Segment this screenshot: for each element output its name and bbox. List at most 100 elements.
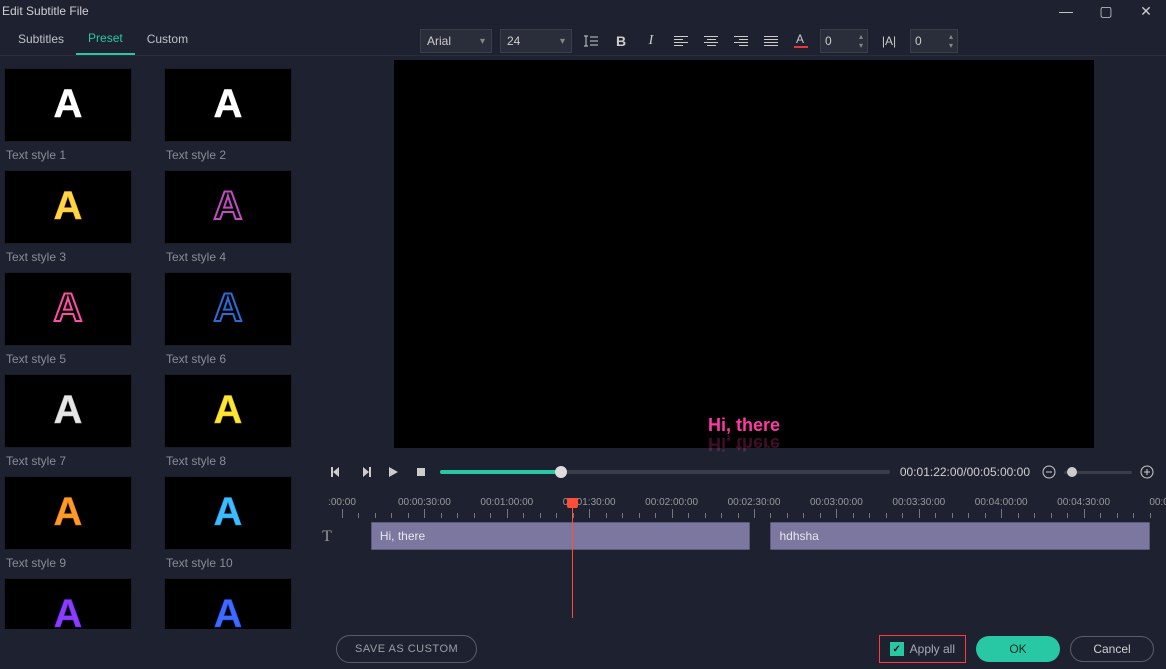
time-display: 00:01:22:00/00:05:00:00 (900, 465, 1030, 479)
svg-text:A: A (214, 490, 243, 534)
preset-thumbnail: A (4, 476, 132, 550)
preset-thumbnail: A (164, 68, 292, 142)
prev-frame-button[interactable] (328, 463, 346, 481)
line-height-button[interactable] (580, 30, 602, 52)
ruler-label: 00:03:00:00 (810, 498, 863, 508)
preset-thumbnail: A (4, 68, 132, 142)
text-track-icon: T (316, 526, 338, 548)
tab-subtitles[interactable]: Subtitles (6, 24, 76, 54)
tab-preset[interactable]: Preset (76, 23, 135, 55)
svg-text:A: A (54, 592, 83, 629)
preset-item[interactable]: A Text style 10 (164, 476, 310, 570)
total-time: 00:05:00:00 (967, 465, 1030, 479)
svg-text:A: A (54, 388, 83, 432)
ruler-label: 00:05:0 (1149, 498, 1166, 508)
text-color-button[interactable]: A (790, 30, 812, 52)
maximize-button[interactable]: ▢ (1086, 0, 1126, 22)
svg-text:A: A (54, 82, 83, 126)
font-size-select[interactable]: 24 ▾ (500, 29, 572, 53)
preset-item[interactable]: AText style 6 (164, 272, 310, 366)
align-justify-button[interactable] (760, 30, 782, 52)
font-select-value: Arial (427, 34, 451, 48)
window-title: Edit Subtitle File (2, 4, 89, 18)
subtitle-track: T Hi, therehdhsha (342, 522, 1166, 552)
chevron-down-icon: ▾ (560, 36, 565, 47)
preset-label: Text style 4 (164, 250, 310, 264)
next-frame-button[interactable] (356, 463, 374, 481)
preset-thumbnail: A (4, 170, 132, 244)
play-button[interactable] (384, 463, 402, 481)
align-center-button[interactable] (700, 30, 722, 52)
cancel-button[interactable]: Cancel (1070, 636, 1154, 662)
timeline[interactable]: :00:0000:00:30:0000:01:00:0000:01:30:000… (314, 498, 1166, 618)
preset-label: Text style 10 (164, 556, 310, 570)
preset-item[interactable]: A Text style 5 (4, 272, 150, 366)
ruler-label: 00:04:00:00 (975, 498, 1028, 508)
preset-item[interactable]: AText style 7 (4, 374, 150, 468)
preset-thumbnail: A (164, 170, 292, 244)
ok-button[interactable]: OK (976, 636, 1060, 662)
ruler-label: 00:03:30:00 (892, 498, 945, 508)
bold-button[interactable]: B (610, 30, 632, 52)
subtitle-clip[interactable]: Hi, there (371, 522, 750, 550)
letter-width-button[interactable]: |A| (876, 30, 902, 52)
playback-controls: 00:01:22:00/00:05:00:00 (314, 452, 1166, 492)
close-button[interactable]: ✕ (1126, 0, 1166, 22)
preset-item[interactable]: A Text style 1 (4, 68, 150, 162)
chevron-down-icon: ▾ (480, 36, 485, 47)
preset-item[interactable]: A Text style 8 (164, 374, 310, 468)
preset-thumbnail: A (4, 578, 132, 629)
text-toolbar: Arial ▾ 24 ▾ B I A 0 ▴▾ |A| 0 ▴▾ (420, 24, 1156, 58)
preset-label: Text style 3 (4, 250, 150, 264)
preset-item[interactable]: AText style 12 (164, 578, 310, 629)
char-spacing-value: 0 (825, 34, 832, 48)
letter-width-spinner[interactable]: 0 ▴▾ (910, 29, 958, 53)
apply-all-label: Apply all (910, 642, 955, 656)
clips-container: Hi, there hdhsha (342, 522, 1166, 552)
svg-text:A: A (54, 286, 83, 330)
video-preview: Hi, there Hi, there (394, 60, 1094, 448)
preset-item[interactable]: AText style 2 (164, 68, 310, 162)
char-spacing-spinner[interactable]: 0 ▴▾ (820, 29, 868, 53)
apply-all-checkbox[interactable]: ✓ Apply all (879, 635, 966, 663)
preset-label: Text style 8 (164, 454, 310, 468)
zoom-out-button[interactable] (1040, 463, 1058, 481)
svg-text:A: A (214, 82, 243, 126)
minimize-button[interactable]: — (1046, 0, 1086, 22)
svg-text:A: A (54, 184, 83, 228)
zoom-in-button[interactable] (1138, 463, 1156, 481)
preset-label: Text style 1 (4, 148, 150, 162)
title-bar: Edit Subtitle File — ▢ ✕ (0, 0, 1166, 22)
preset-item[interactable]: A Text style 3 (4, 170, 150, 264)
progress-bar[interactable] (440, 470, 890, 474)
check-icon: ✓ (890, 642, 904, 656)
zoom-slider[interactable] (1064, 471, 1132, 474)
preset-item[interactable]: AText style 11 (4, 578, 150, 629)
svg-text:A: A (54, 490, 83, 534)
preset-thumbnail: A (164, 272, 292, 346)
playhead[interactable] (572, 498, 573, 618)
ruler-label: 00:02:30:00 (728, 498, 781, 508)
italic-button[interactable]: I (640, 30, 662, 52)
timeline-ruler[interactable]: :00:0000:00:30:0000:01:00:0000:01:30:000… (342, 498, 1166, 518)
preset-item[interactable]: A Text style 9 (4, 476, 150, 570)
preset-sidebar[interactable]: AText style 1AText style 2AText style 3A… (0, 56, 314, 629)
ruler-label: 00:02:00:00 (645, 498, 698, 508)
align-left-button[interactable] (670, 30, 692, 52)
subtitle-clip[interactable]: hdhsha (770, 522, 1149, 550)
ruler-label: 00:00:30:00 (398, 498, 451, 508)
stop-button[interactable] (412, 463, 430, 481)
align-right-button[interactable] (730, 30, 752, 52)
zoom-controls (1040, 463, 1156, 481)
preset-label: Text style 9 (4, 556, 150, 570)
save-as-custom-button[interactable]: SAVE AS CUSTOM (336, 635, 477, 663)
subtitle-preview-reflection: Hi, there (708, 433, 780, 454)
preset-label: Text style 5 (4, 352, 150, 366)
right-pane: Hi, there Hi, there 00:01:22:00/00:05:00… (314, 56, 1166, 629)
tab-custom[interactable]: Custom (135, 24, 200, 54)
preset-thumbnail: A (4, 374, 132, 448)
preset-item[interactable]: A Text style 4 (164, 170, 310, 264)
font-select[interactable]: Arial ▾ (420, 29, 492, 53)
svg-text:A: A (214, 388, 243, 432)
ruler-label: :00:00 (328, 498, 356, 508)
